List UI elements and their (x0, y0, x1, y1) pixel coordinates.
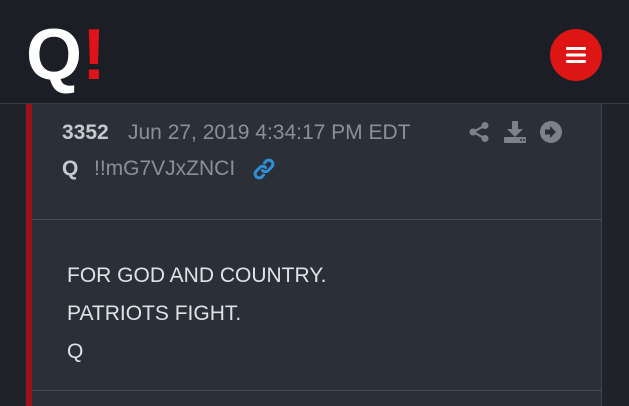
arrow-right-circle-icon (540, 121, 562, 143)
post-text-line: PATRIOTS FIGHT. (67, 302, 242, 325)
post-author: Q (62, 157, 79, 180)
site-header: Q ! (0, 0, 629, 104)
share-icon (469, 122, 489, 142)
post-signature: Q (67, 340, 84, 363)
permalink-button[interactable] (251, 156, 277, 182)
link-icon (253, 158, 275, 180)
hamburger-menu-icon (566, 47, 586, 63)
menu-button[interactable] (550, 29, 602, 81)
post-actions (466, 118, 574, 146)
page: Q ! 3352 Jun 27, 2019 4:34:17 PM EDT Q !… (0, 0, 629, 406)
post-number[interactable]: 3352 (62, 120, 109, 146)
post-tripcode: !!mG7VJxZNCI (94, 157, 236, 180)
post-card: 3352 Jun 27, 2019 4:34:17 PM EDT Q !!mG7… (26, 104, 602, 406)
download-icon (504, 121, 526, 143)
download-button[interactable] (502, 119, 528, 145)
post-header: 3352 Jun 27, 2019 4:34:17 PM EDT Q !!mG7… (32, 104, 602, 220)
site-logo[interactable]: Q ! (26, 15, 106, 95)
post-text-line: FOR GOD AND COUNTRY. (67, 264, 327, 287)
logo-letter: Q (26, 15, 82, 95)
share-button[interactable] (466, 119, 492, 145)
logo-exclamation: ! (82, 15, 106, 95)
post-timestamp: Jun 27, 2019 4:34:17 PM EDT (128, 121, 411, 144)
open-post-button[interactable] (538, 119, 564, 145)
